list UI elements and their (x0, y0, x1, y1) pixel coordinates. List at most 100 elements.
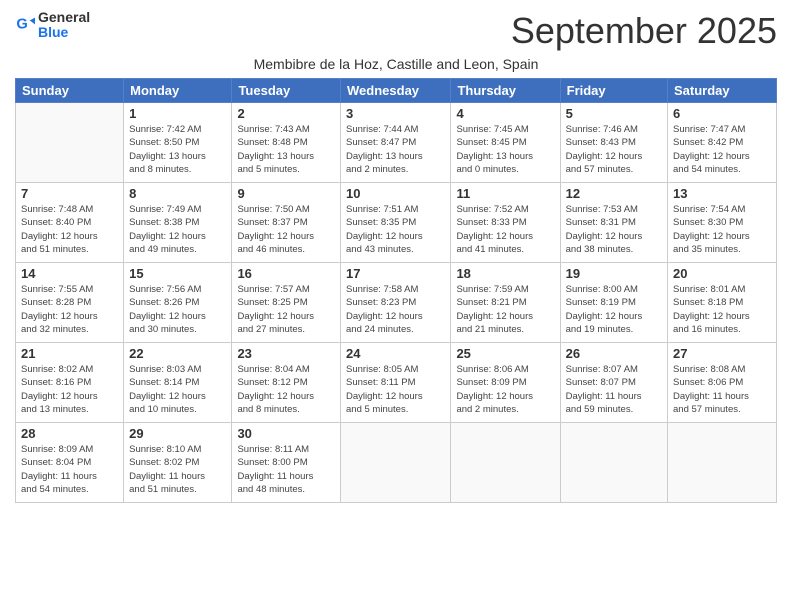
day-number: 12 (566, 186, 662, 201)
weekday-header-monday: Monday (124, 79, 232, 103)
day-number: 15 (129, 266, 226, 281)
weekday-header-friday: Friday (560, 79, 667, 103)
calendar-cell: 13 Sunrise: 7:54 AM Sunset: 8:30 PM Dayli… (668, 183, 777, 263)
calendar-cell: 1 Sunrise: 7:42 AM Sunset: 8:50 PM Daylig… (124, 103, 232, 183)
day-info: Sunrise: 8:02 AM Sunset: 8:16 PM Dayligh… (21, 363, 118, 416)
calendar-week-2: 14 Sunrise: 7:55 AM Sunset: 8:28 PM Dayli… (16, 263, 777, 343)
day-info: Sunrise: 7:47 AM Sunset: 8:42 PM Dayligh… (673, 123, 771, 176)
day-number: 26 (566, 346, 662, 361)
calendar-cell: 9Sunrise: 7:50 AM Sunset: 8:37 PM Daylig… (232, 183, 341, 263)
calendar-cell (16, 103, 124, 183)
calendar-table: SundayMondayTuesdayWednesdayThursdayFrid… (15, 78, 777, 503)
day-info: Sunrise: 8:06 AM Sunset: 8:09 PM Dayligh… (456, 363, 554, 416)
calendar-cell: 24Sunrise: 8:05 AM Sunset: 8:11 PM Dayli… (341, 343, 451, 423)
calendar-cell: 10 Sunrise: 7:51 AM Sunset: 8:35 PM Dayli… (341, 183, 451, 263)
month-title: September 2025 (511, 10, 777, 52)
calendar-cell: 30 Sunrise: 8:11 AM Sunset: 8:00 PM Dayli… (232, 423, 341, 503)
day-number: 18 (456, 266, 554, 281)
day-info: Sunrise: 8:04 AM Sunset: 8:12 PM Dayligh… (237, 363, 335, 416)
day-info: Sunrise: 7:48 AM Sunset: 8:40 PM Dayligh… (21, 203, 118, 256)
day-info: Sunrise: 7:50 AM Sunset: 8:37 PM Dayligh… (237, 203, 335, 256)
day-info: Sunrise: 8:11 AM Sunset: 8:00 PM Dayligh… (237, 443, 335, 496)
day-info: Sunrise: 7:49 AM Sunset: 8:38 PM Dayligh… (129, 203, 226, 256)
day-number: 10 (346, 186, 445, 201)
day-number: 13 (673, 186, 771, 201)
day-number: 23 (237, 346, 335, 361)
calendar-week-4: 28Sunrise: 8:09 AM Sunset: 8:04 PM Dayli… (16, 423, 777, 503)
calendar-cell: 26Sunrise: 8:07 AM Sunset: 8:07 PM Dayli… (560, 343, 667, 423)
day-number: 5 (566, 106, 662, 121)
calendar-cell: 2Sunrise: 7:43 AM Sunset: 8:48 PM Daylig… (232, 103, 341, 183)
day-info: Sunrise: 7:46 AM Sunset: 8:43 PM Dayligh… (566, 123, 662, 176)
calendar-cell: 6 Sunrise: 7:47 AM Sunset: 8:42 PM Daylig… (668, 103, 777, 183)
calendar-week-3: 21 Sunrise: 8:02 AM Sunset: 8:16 PM Dayli… (16, 343, 777, 423)
location-subtitle: Membibre de la Hoz, Castille and Leon, S… (15, 56, 777, 72)
day-number: 21 (21, 346, 118, 361)
day-info: Sunrise: 8:01 AM Sunset: 8:18 PM Dayligh… (673, 283, 771, 336)
day-number: 1 (129, 106, 226, 121)
calendar-cell: 22 Sunrise: 8:03 AM Sunset: 8:14 PM Dayli… (124, 343, 232, 423)
calendar-cell: 15 Sunrise: 7:56 AM Sunset: 8:26 PM Dayli… (124, 263, 232, 343)
day-info: Sunrise: 7:43 AM Sunset: 8:48 PM Dayligh… (237, 123, 335, 176)
page-container: G General Blue September 2025 Membibre d… (0, 0, 792, 513)
day-number: 25 (456, 346, 554, 361)
calendar-header: SundayMondayTuesdayWednesdayThursdayFrid… (16, 79, 777, 103)
day-number: 6 (673, 106, 771, 121)
weekday-header-wednesday: Wednesday (341, 79, 451, 103)
calendar-cell: 23 Sunrise: 8:04 AM Sunset: 8:12 PM Dayli… (232, 343, 341, 423)
calendar-week-1: 7Sunrise: 7:48 AM Sunset: 8:40 PM Daylig… (16, 183, 777, 263)
day-info: Sunrise: 8:10 AM Sunset: 8:02 PM Dayligh… (129, 443, 226, 496)
day-number: 8 (129, 186, 226, 201)
logo: G General Blue (15, 10, 90, 41)
day-info: Sunrise: 7:42 AM Sunset: 8:50 PM Dayligh… (129, 123, 226, 176)
calendar-cell: 5 Sunrise: 7:46 AM Sunset: 8:43 PM Daylig… (560, 103, 667, 183)
calendar-cell (668, 423, 777, 503)
logo-line2: Blue (38, 25, 90, 40)
calendar-cell: 28Sunrise: 8:09 AM Sunset: 8:04 PM Dayli… (16, 423, 124, 503)
calendar-cell: 16 Sunrise: 7:57 AM Sunset: 8:25 PM Dayli… (232, 263, 341, 343)
day-number: 27 (673, 346, 771, 361)
calendar-cell: 20Sunrise: 8:01 AM Sunset: 8:18 PM Dayli… (668, 263, 777, 343)
logo-line1: General (38, 10, 90, 25)
day-info: Sunrise: 7:55 AM Sunset: 8:28 PM Dayligh… (21, 283, 118, 336)
day-number: 30 (237, 426, 335, 441)
day-info: Sunrise: 7:53 AM Sunset: 8:31 PM Dayligh… (566, 203, 662, 256)
day-info: Sunrise: 7:58 AM Sunset: 8:23 PM Dayligh… (346, 283, 445, 336)
day-info: Sunrise: 8:09 AM Sunset: 8:04 PM Dayligh… (21, 443, 118, 496)
day-info: Sunrise: 7:45 AM Sunset: 8:45 PM Dayligh… (456, 123, 554, 176)
calendar-cell: 19Sunrise: 8:00 AM Sunset: 8:19 PM Dayli… (560, 263, 667, 343)
calendar-cell: 14 Sunrise: 7:55 AM Sunset: 8:28 PM Dayli… (16, 263, 124, 343)
day-info: Sunrise: 7:51 AM Sunset: 8:35 PM Dayligh… (346, 203, 445, 256)
day-info: Sunrise: 7:54 AM Sunset: 8:30 PM Dayligh… (673, 203, 771, 256)
weekday-row: SundayMondayTuesdayWednesdayThursdayFrid… (16, 79, 777, 103)
day-number: 17 (346, 266, 445, 281)
calendar-cell: 27 Sunrise: 8:08 AM Sunset: 8:06 PM Dayli… (668, 343, 777, 423)
day-number: 3 (346, 106, 445, 121)
calendar-cell: 21 Sunrise: 8:02 AM Sunset: 8:16 PM Dayli… (16, 343, 124, 423)
calendar-cell: 29Sunrise: 8:10 AM Sunset: 8:02 PM Dayli… (124, 423, 232, 503)
calendar-cell: 11 Sunrise: 7:52 AM Sunset: 8:33 PM Dayli… (451, 183, 560, 263)
weekday-header-thursday: Thursday (451, 79, 560, 103)
svg-text:G: G (16, 17, 27, 33)
weekday-header-sunday: Sunday (16, 79, 124, 103)
day-info: Sunrise: 7:56 AM Sunset: 8:26 PM Dayligh… (129, 283, 226, 336)
logo-icon: G (15, 15, 35, 35)
day-info: Sunrise: 8:08 AM Sunset: 8:06 PM Dayligh… (673, 363, 771, 416)
day-number: 11 (456, 186, 554, 201)
day-info: Sunrise: 8:03 AM Sunset: 8:14 PM Dayligh… (129, 363, 226, 416)
day-number: 24 (346, 346, 445, 361)
calendar-cell (341, 423, 451, 503)
day-info: Sunrise: 7:44 AM Sunset: 8:47 PM Dayligh… (346, 123, 445, 176)
calendar-cell: 3 Sunrise: 7:44 AM Sunset: 8:47 PM Daylig… (341, 103, 451, 183)
day-info: Sunrise: 7:57 AM Sunset: 8:25 PM Dayligh… (237, 283, 335, 336)
day-number: 14 (21, 266, 118, 281)
day-info: Sunrise: 7:52 AM Sunset: 8:33 PM Dayligh… (456, 203, 554, 256)
weekday-header-saturday: Saturday (668, 79, 777, 103)
day-info: Sunrise: 7:59 AM Sunset: 8:21 PM Dayligh… (456, 283, 554, 336)
calendar-cell (560, 423, 667, 503)
day-number: 22 (129, 346, 226, 361)
day-number: 16 (237, 266, 335, 281)
calendar-cell: 7Sunrise: 7:48 AM Sunset: 8:40 PM Daylig… (16, 183, 124, 263)
calendar-body: 1 Sunrise: 7:42 AM Sunset: 8:50 PM Daylig… (16, 103, 777, 503)
calendar-cell: 25 Sunrise: 8:06 AM Sunset: 8:09 PM Dayli… (451, 343, 560, 423)
